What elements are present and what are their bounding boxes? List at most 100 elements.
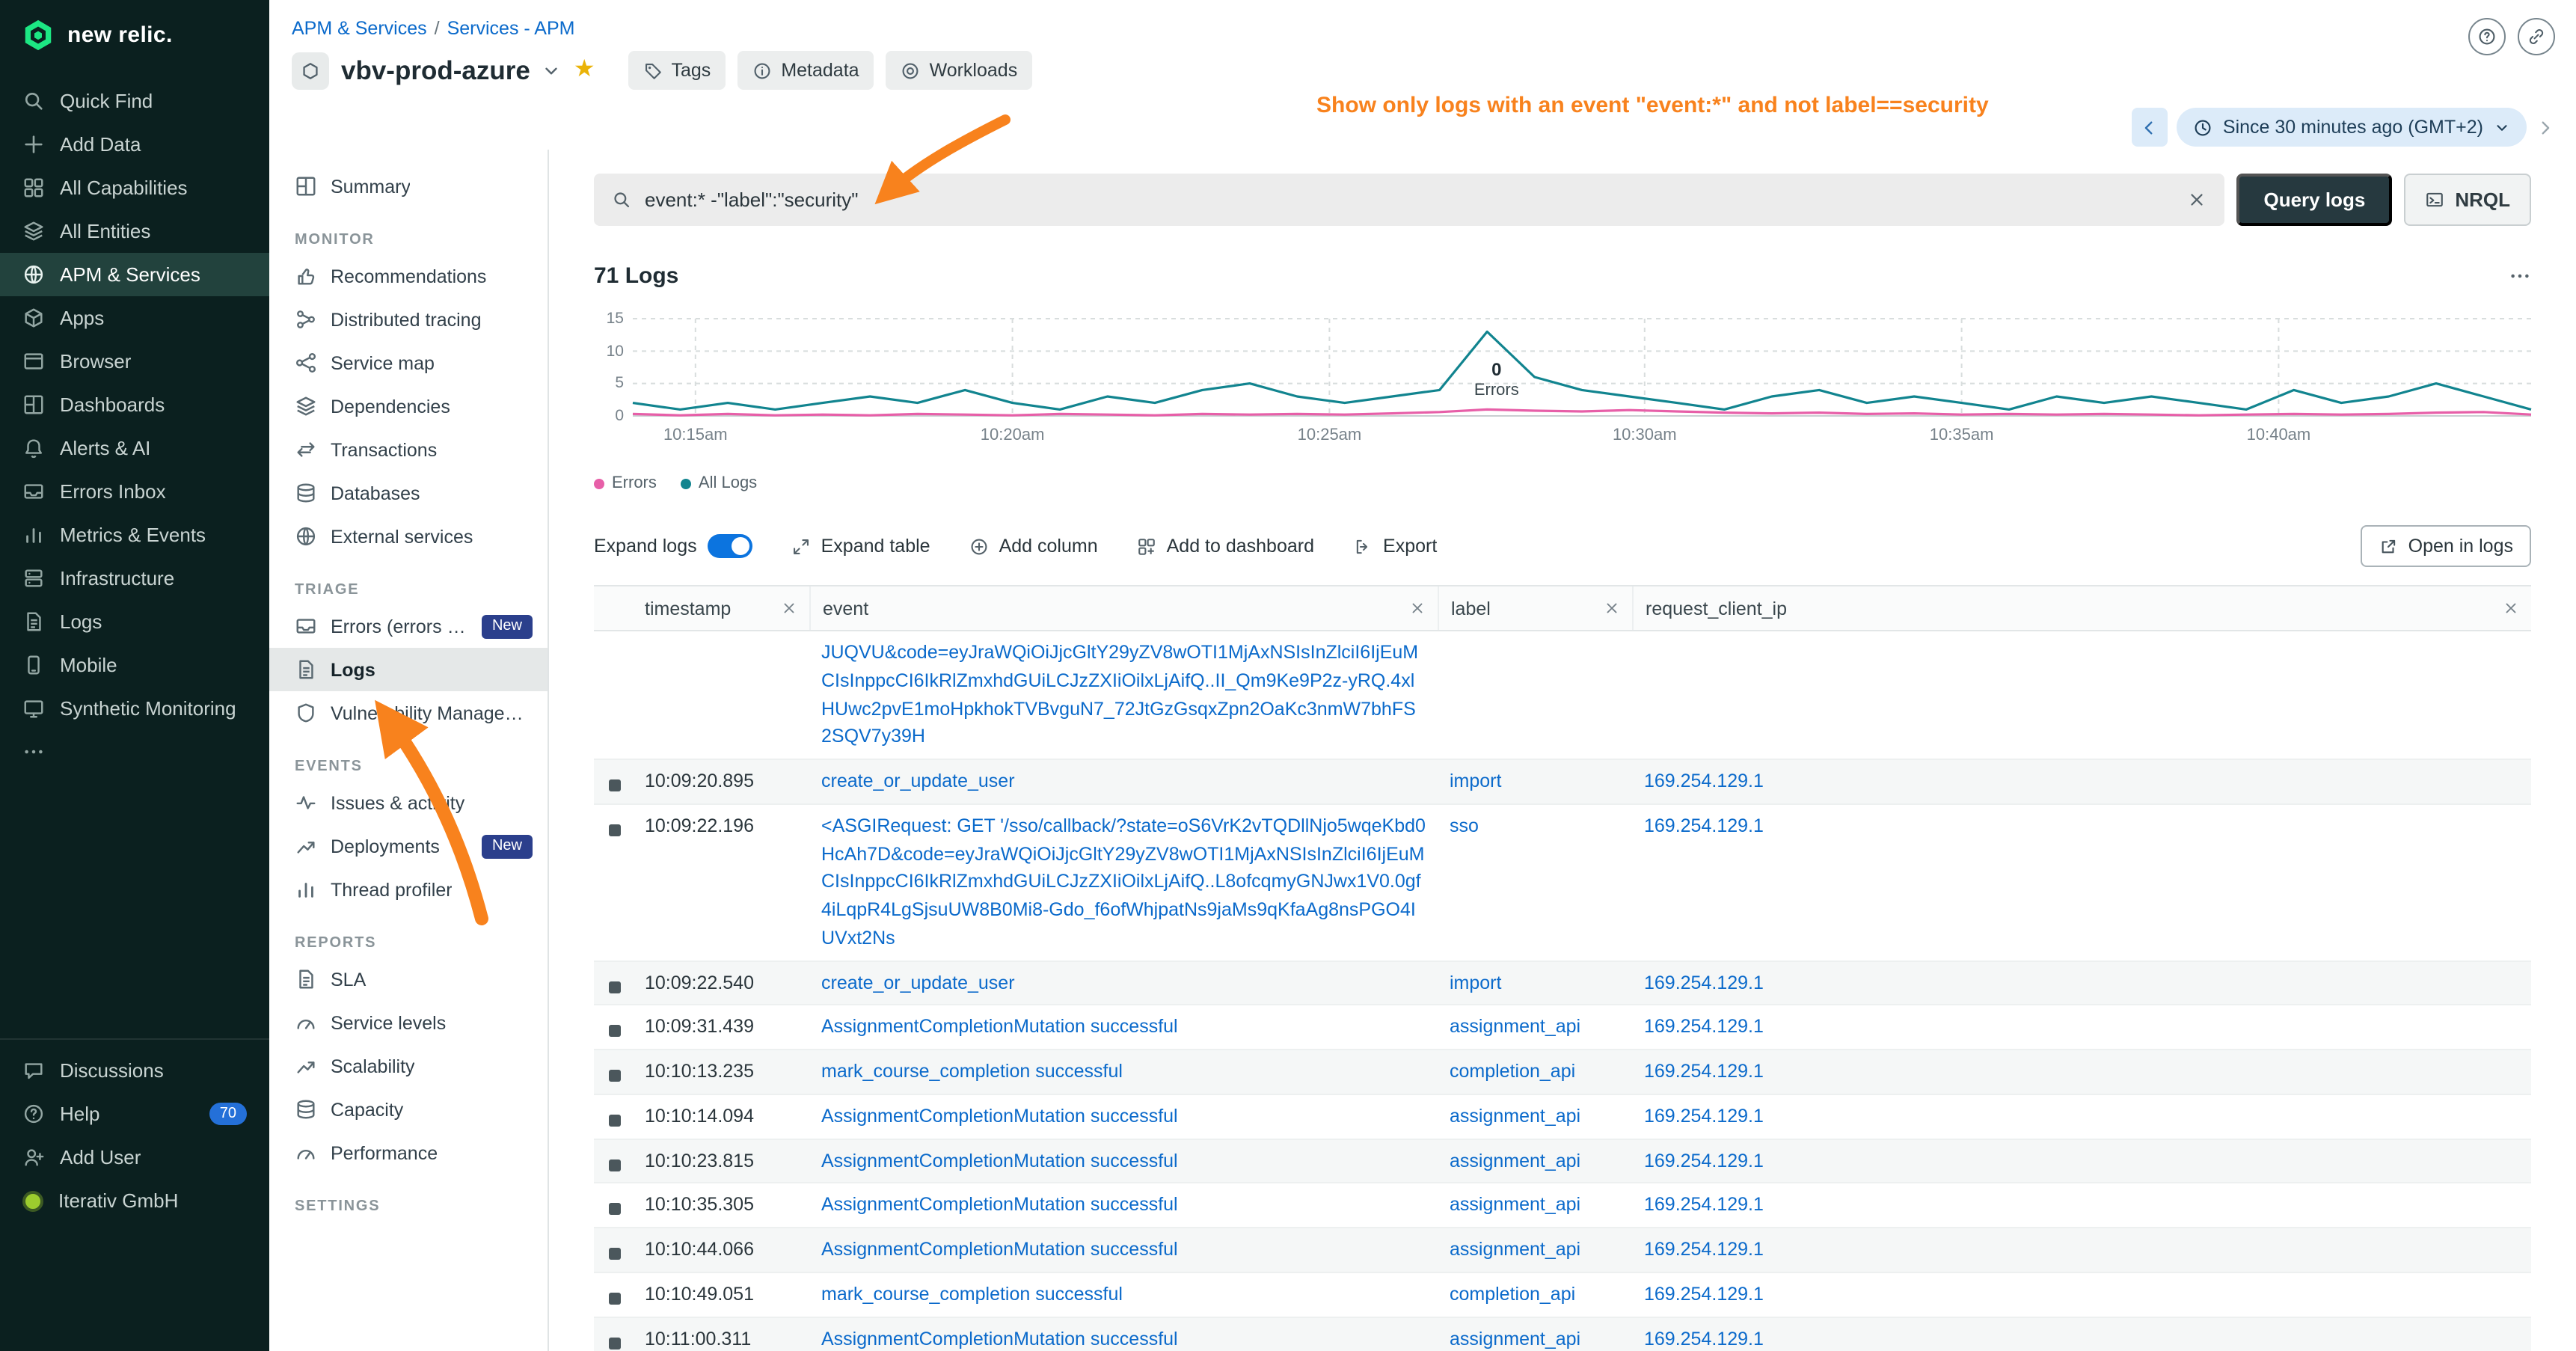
sidebar-item-errors-inbox[interactable]: Errors Inbox (0, 470, 269, 513)
chart-plot-area[interactable]: 0 Errors (633, 310, 2531, 420)
log-row[interactable]: 10:10:23.815AssignmentCompletionMutation… (594, 1139, 2531, 1184)
breadcrumb-link-apm-services[interactable]: APM & Services (292, 18, 427, 39)
log-row[interactable]: 10:10:13.235mark_course_completion succe… (594, 1050, 2531, 1095)
copy-link-button[interactable] (2518, 18, 2555, 55)
entity-nav-item-external-services[interactable]: External services (269, 515, 548, 558)
column-header-timestamp[interactable]: timestamp (633, 586, 809, 630)
log-ip-link[interactable]: 169.254.129.1 (1644, 1284, 1764, 1305)
row-marker-icon[interactable] (609, 824, 621, 836)
entity-nav-item-errors-errors-inb[interactable]: Errors (errors inb...New (269, 604, 548, 648)
log-row[interactable]: 10:10:44.066AssignmentCompletionMutation… (594, 1228, 2531, 1273)
log-event-link[interactable]: mark_course_completion successful (821, 1061, 1123, 1082)
legend-item-errors[interactable]: Errors (594, 474, 657, 492)
log-event-link[interactable]: <ASGIRequest: GET '/sso/callback/?state=… (821, 815, 1426, 949)
log-label-link[interactable]: assignment_api (1450, 1328, 1580, 1349)
log-label-link[interactable]: assignment_api (1450, 1150, 1580, 1171)
sidebar-item-synthetic-monitoring[interactable]: Synthetic Monitoring (0, 687, 269, 730)
sidebar-item-add-data[interactable]: Add Data (0, 123, 269, 166)
toggle-on-icon[interactable] (708, 534, 752, 558)
sidebar-item-add-user[interactable]: Add User (0, 1136, 269, 1179)
expand-table-button[interactable]: Expand table (791, 536, 930, 557)
time-range-picker[interactable]: Since 30 minutes ago (GMT+2) (2177, 108, 2527, 147)
expand-logs-toggle[interactable]: Expand logs (594, 534, 752, 558)
sidebar-item-iterativ-gmbh[interactable]: Iterativ GmbH (0, 1179, 269, 1222)
log-row[interactable]: 10:10:35.305AssignmentCompletionMutation… (594, 1184, 2531, 1229)
nrql-button[interactable]: NRQL (2404, 174, 2531, 226)
entity-nav-item-scalability[interactable]: Scalability (269, 1044, 548, 1088)
remove-column-timestamp-icon[interactable] (781, 600, 797, 616)
row-marker-icon[interactable] (609, 981, 621, 993)
log-search-box[interactable] (594, 174, 2224, 226)
row-marker-icon[interactable] (609, 1337, 621, 1349)
log-event-link[interactable]: create_or_update_user (821, 972, 1015, 993)
log-event-link[interactable]: AssignmentCompletionMutation successful (821, 1150, 1178, 1171)
workloads-button[interactable]: Workloads (886, 51, 1033, 90)
sidebar-item-logs[interactable]: Logs (0, 600, 269, 643)
log-row[interactable]: 10:10:14.094AssignmentCompletionMutation… (594, 1095, 2531, 1140)
entity-nav-item-databases[interactable]: Databases (269, 471, 548, 515)
log-event-link[interactable]: AssignmentCompletionMutation successful (821, 1106, 1178, 1127)
time-forward-button[interactable] (2536, 117, 2555, 137)
sidebar-item-metrics-events[interactable]: Metrics & Events (0, 513, 269, 557)
log-label-link[interactable]: completion_api (1450, 1284, 1575, 1305)
add-to-dashboard-button[interactable]: Add to dashboard (1137, 536, 1314, 557)
sidebar-item-help[interactable]: Help70 (0, 1092, 269, 1136)
log-event-link[interactable]: AssignmentCompletionMutation successful (821, 1017, 1178, 1038)
add-column-button[interactable]: Add column (969, 536, 1098, 557)
row-marker-icon[interactable] (609, 1293, 621, 1305)
sidebar-item-infrastructure[interactable]: Infrastructure (0, 557, 269, 600)
log-query-input[interactable] (645, 189, 2174, 211)
metadata-button[interactable]: Metadata (737, 51, 874, 90)
sidebar-item-apps[interactable]: Apps (0, 296, 269, 340)
log-label-link[interactable]: import (1450, 972, 1501, 993)
log-event-link[interactable]: AssignmentCompletionMutation successful (821, 1328, 1178, 1349)
log-row[interactable]: 10:11:00.311AssignmentCompletionMutation… (594, 1317, 2531, 1351)
more-options-icon[interactable] (2509, 265, 2531, 287)
entity-nav-item-sla[interactable]: SLA (269, 958, 548, 1001)
log-row[interactable]: 10:09:22.196<ASGIRequest: GET '/sso/call… (594, 805, 2531, 962)
log-label-link[interactable]: assignment_api (1450, 1106, 1580, 1127)
column-header-request-client-ip[interactable]: request_client_ip (1632, 586, 2531, 630)
remove-column-label-icon[interactable] (1604, 600, 1620, 616)
entity-nav-item-service-levels[interactable]: Service levels (269, 1001, 548, 1044)
clear-query-icon[interactable] (2187, 190, 2207, 209)
entity-dropdown-chevron-icon[interactable] (542, 61, 562, 80)
row-marker-icon[interactable] (609, 1159, 621, 1171)
log-row[interactable]: 10:10:49.051mark_course_completion succe… (594, 1273, 2531, 1318)
entity-nav-item-capacity[interactable]: Capacity (269, 1088, 548, 1131)
log-event-link[interactable]: mark_course_completion successful (821, 1284, 1123, 1305)
entity-nav-item-issues-activity[interactable]: Issues & activity (269, 781, 548, 824)
log-event-link[interactable]: create_or_update_user (821, 771, 1015, 791)
export-button[interactable]: Export (1353, 536, 1437, 557)
sidebar-item-all-capabilities[interactable]: All Capabilities (0, 166, 269, 209)
favorite-star-icon[interactable]: ★ (574, 58, 595, 82)
tags-button[interactable]: Tags (628, 51, 726, 90)
sidebar-item-alerts-ai[interactable]: Alerts & AI (0, 426, 269, 470)
sidebar-item-apm-services[interactable]: APM & Services (0, 253, 269, 296)
log-ip-link[interactable]: 169.254.129.1 (1644, 1017, 1764, 1038)
sidebar-item-all-entities[interactable]: All Entities (0, 209, 269, 253)
log-ip-link[interactable]: 169.254.129.1 (1644, 1150, 1764, 1171)
sidebar-item-dots[interactable] (0, 730, 269, 773)
log-row[interactable]: JUQVU&code=eyJraWQiOiJjcGltY29yZV8wOTI1M… (594, 631, 2531, 760)
sidebar-item-discussions[interactable]: Discussions (0, 1049, 269, 1092)
sidebar-item-browser[interactable]: Browser (0, 340, 269, 383)
log-label-link[interactable]: sso (1450, 815, 1479, 836)
sidebar-item-mobile[interactable]: Mobile (0, 643, 269, 687)
entity-nav-item-dependencies[interactable]: Dependencies (269, 385, 548, 428)
remove-column-event-icon[interactable] (1409, 600, 1426, 616)
entity-nav-item-thread-profiler[interactable]: Thread profiler (269, 868, 548, 911)
sidebar-item-dashboards[interactable]: Dashboards (0, 383, 269, 426)
log-ip-link[interactable]: 169.254.129.1 (1644, 1106, 1764, 1127)
entity-nav-item-vulnerability-management[interactable]: Vulnerability Management (269, 691, 548, 735)
help-circle-button[interactable] (2468, 18, 2506, 55)
log-ip-link[interactable]: 169.254.129.1 (1644, 1195, 1764, 1216)
log-row[interactable]: 10:09:31.439AssignmentCompletionMutation… (594, 1006, 2531, 1051)
log-label-link[interactable]: assignment_api (1450, 1195, 1580, 1216)
entity-nav-item-performance[interactable]: Performance (269, 1131, 548, 1174)
entity-nav-item-summary[interactable]: Summary (269, 165, 548, 208)
log-event-link[interactable]: AssignmentCompletionMutation successful (821, 1239, 1178, 1260)
entity-nav-item-transactions[interactable]: Transactions (269, 428, 548, 471)
time-back-button[interactable] (2132, 108, 2168, 147)
log-label-link[interactable]: assignment_api (1450, 1239, 1580, 1260)
